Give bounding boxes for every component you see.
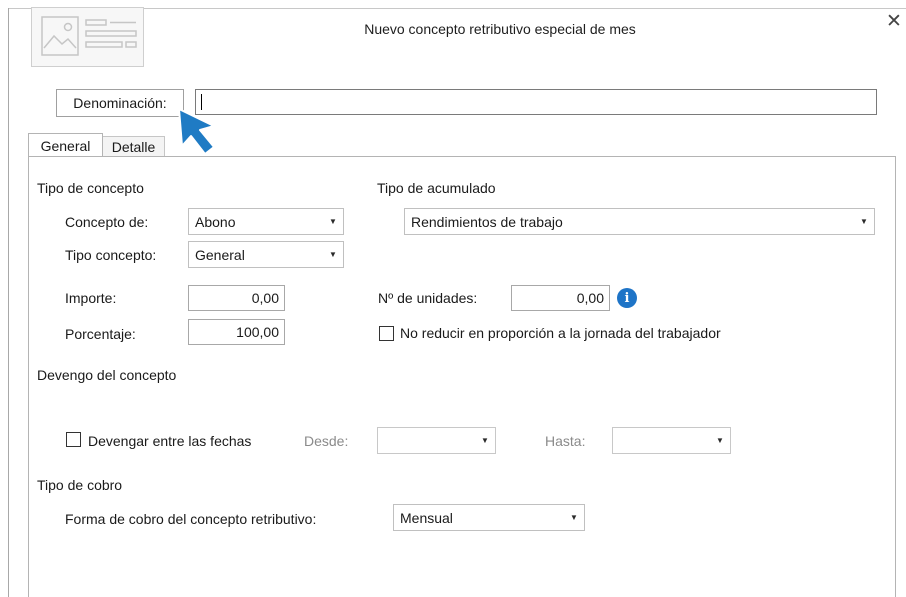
tipo-acumulado-select[interactable]: Rendimientos de trabajo ▼ — [404, 208, 875, 235]
tipo-acumulado-value: Rendimientos de trabajo — [411, 213, 563, 230]
devengo-heading: Devengo del concepto — [37, 367, 177, 383]
chevron-down-icon: ▼ — [329, 217, 337, 226]
forma-cobro-label: Forma de cobro del concepto retributivo: — [65, 511, 317, 527]
denominacion-button[interactable]: Denominación: — [56, 89, 184, 117]
mouse-pointer-icon — [176, 106, 228, 161]
hasta-date-select[interactable]: ▼ — [612, 427, 731, 454]
tab-detalle-label: Detalle — [111, 139, 156, 155]
desde-label: Desde: — [304, 433, 349, 449]
importe-input[interactable]: 0,00 — [188, 285, 285, 311]
tab-general[interactable]: General — [28, 133, 103, 158]
devengar-checkbox[interactable] — [66, 432, 81, 447]
concepto-de-value: Abono — [195, 213, 236, 230]
chevron-down-icon: ▼ — [329, 250, 337, 259]
denominacion-label: Denominación: — [73, 95, 167, 111]
tipo-cobro-heading: Tipo de cobro — [37, 477, 123, 493]
info-icon[interactable]: i — [617, 288, 637, 308]
image-form-icon — [31, 7, 144, 67]
chevron-down-icon: ▼ — [716, 436, 724, 445]
tipo-concepto-select[interactable]: General ▼ — [188, 241, 344, 268]
no-reducir-checkbox[interactable] — [379, 326, 394, 341]
forma-cobro-select[interactable]: Mensual ▼ — [393, 504, 585, 531]
chevron-down-icon: ▼ — [860, 217, 868, 226]
tab-general-label: General — [40, 138, 91, 154]
unidades-label: Nº de unidades: — [378, 290, 478, 306]
hasta-label: Hasta: — [545, 433, 586, 449]
forma-cobro-value: Mensual — [400, 509, 453, 526]
tipo-concepto-label: Tipo concepto: — [65, 247, 157, 263]
unidades-input[interactable]: 0,00 — [511, 285, 610, 311]
chevron-down-icon: ▼ — [570, 513, 578, 522]
desde-date-select[interactable]: ▼ — [377, 427, 496, 454]
window-left-border — [8, 8, 9, 597]
importe-label: Importe: — [65, 290, 117, 306]
concepto-de-label: Concepto de: — [65, 214, 149, 230]
tab-detalle[interactable]: Detalle — [103, 136, 165, 157]
close-icon[interactable]: ✕ — [886, 12, 902, 31]
tipo-acumulado-heading: Tipo de acumulado — [377, 180, 496, 196]
chevron-down-icon: ▼ — [481, 436, 489, 445]
concepto-de-select[interactable]: Abono ▼ — [188, 208, 344, 235]
devengar-label: Devengar entre las fechas — [88, 433, 252, 449]
porcentaje-input[interactable]: 100,00 — [188, 319, 285, 345]
dialog-title: Nuevo concepto retributivo especial de m… — [364, 21, 636, 37]
tipo-concepto-value: General — [195, 246, 245, 263]
tipo-concepto-heading: Tipo de concepto — [37, 180, 144, 196]
porcentaje-label: Porcentaje: — [65, 326, 136, 342]
denominacion-input[interactable] — [195, 89, 877, 115]
no-reducir-label: No reducir en proporción a la jornada de… — [400, 325, 721, 341]
